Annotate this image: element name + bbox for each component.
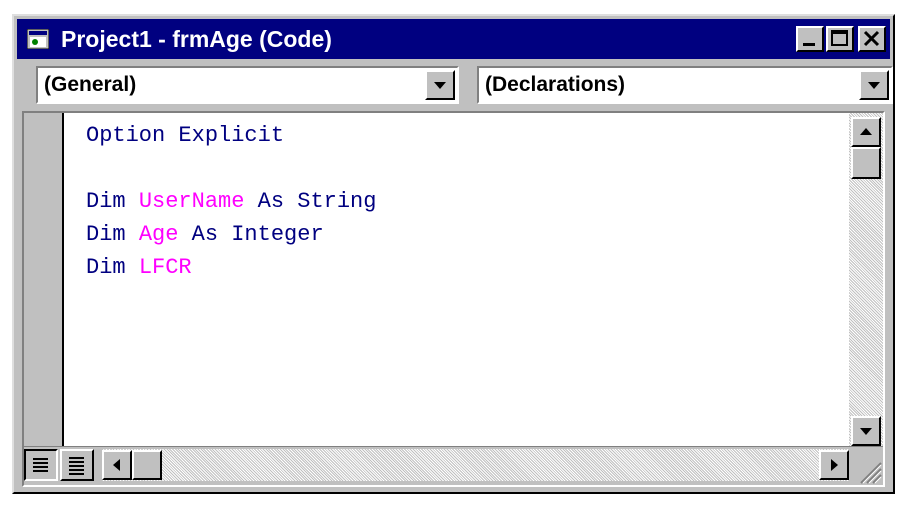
minimize-button[interactable]	[796, 26, 824, 52]
size-grip[interactable]	[851, 453, 883, 485]
scroll-left-button[interactable]	[102, 450, 132, 480]
bottom-bar	[24, 446, 883, 485]
horizontal-scrollbar[interactable]	[102, 449, 849, 481]
code-keyword: As Integer	[178, 222, 324, 247]
maximize-icon	[831, 30, 848, 46]
maximize-button[interactable]	[826, 26, 854, 52]
title-bar[interactable]: Project1 - frmAge (Code)	[17, 19, 890, 59]
object-combo[interactable]: (General)	[36, 66, 459, 104]
code-line[interactable]: Dim LFCR	[86, 251, 376, 284]
arrow-left-icon	[113, 459, 120, 471]
arrow-right-icon	[831, 459, 838, 471]
window-title: Project1 - frmAge (Code)	[61, 26, 332, 52]
margin-indicator-bar[interactable]	[24, 113, 64, 446]
horizontal-scroll-thumb[interactable]	[132, 450, 162, 480]
procedure-combo-dropdown-button[interactable]	[859, 70, 889, 100]
code-keyword: Dim	[86, 189, 139, 214]
vertical-scrollbar[interactable]	[849, 113, 883, 446]
full-module-view-button[interactable]	[60, 449, 94, 481]
vb-form-icon[interactable]	[27, 29, 49, 49]
code-line[interactable]: Dim UserName As String	[86, 185, 376, 218]
code-line[interactable]: Dim Age As Integer	[86, 218, 376, 251]
vertical-scroll-thumb[interactable]	[851, 147, 881, 179]
chevron-down-icon	[434, 82, 446, 89]
code-identifier: LFCR	[138, 255, 192, 280]
code-line[interactable]	[86, 152, 376, 185]
code-identifier: Age	[138, 222, 179, 247]
code-keyword: Option Explicit	[86, 123, 285, 148]
scroll-down-button[interactable]	[851, 416, 881, 446]
scroll-up-button[interactable]	[851, 117, 881, 147]
procedure-view-button[interactable]	[24, 449, 58, 481]
size-grip-icon	[860, 462, 882, 484]
scroll-right-button[interactable]	[819, 450, 849, 480]
code-identifier: UserName	[138, 189, 245, 214]
code-window: Project1 - frmAge (Code) (General) (Decl…	[12, 14, 895, 494]
code-line[interactable]: Option Explicit	[86, 119, 376, 152]
procedure-combo[interactable]: (Declarations)	[477, 66, 893, 104]
code-keyword: Dim	[86, 255, 139, 280]
object-combo-value: (General)	[44, 73, 137, 96]
close-icon	[863, 30, 880, 47]
procedure-combo-value: (Declarations)	[485, 73, 626, 96]
procedure-view-icon	[33, 458, 48, 472]
arrow-down-icon	[860, 428, 872, 435]
object-combo-dropdown-button[interactable]	[425, 70, 455, 100]
code-text[interactable]: Option Explicit Dim UserName As String Di…	[86, 119, 376, 284]
close-button[interactable]	[858, 26, 886, 52]
full-module-view-icon	[69, 457, 84, 475]
chevron-down-icon	[868, 82, 880, 89]
code-keyword: As String	[244, 189, 377, 214]
code-keyword: Dim	[86, 222, 139, 247]
arrow-up-icon	[860, 128, 872, 135]
minimize-icon	[803, 43, 815, 46]
code-editor[interactable]: Option Explicit Dim UserName As String Di…	[22, 111, 885, 487]
